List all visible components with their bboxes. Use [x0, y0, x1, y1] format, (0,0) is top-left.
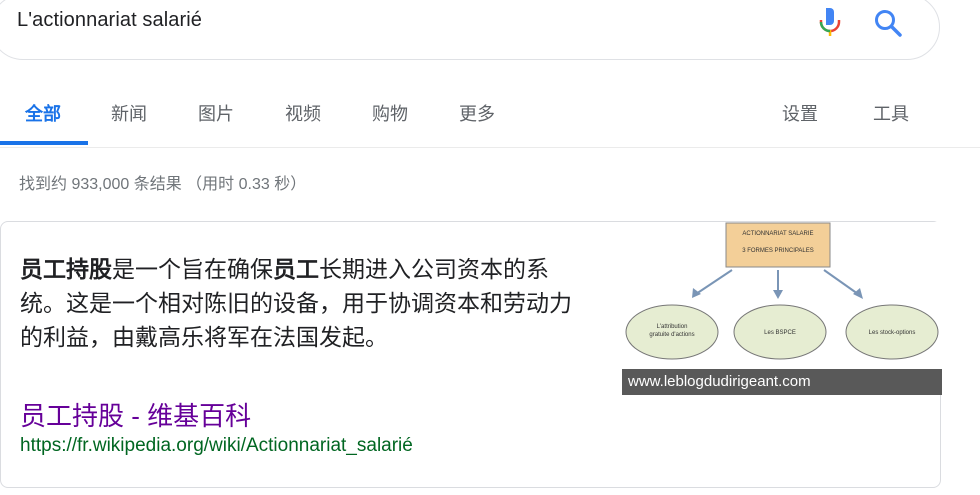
diagram-ellipse-1-line-2: gratuite d'actions: [649, 332, 694, 338]
tab-more[interactable]: 更多: [459, 100, 495, 126]
microphone-icon[interactable]: [817, 6, 843, 38]
tab-news[interactable]: 新闻: [111, 100, 147, 126]
arrow-left: [695, 269, 733, 295]
tabs-divider: [0, 147, 980, 148]
result-title-link[interactable]: 员工持股 - 维基百科: [20, 396, 251, 433]
snippet-bold-term: 员工: [273, 256, 319, 282]
tab-tools[interactable]: 工具: [873, 100, 909, 126]
diagram-header-box: [725, 222, 831, 268]
tab-settings[interactable]: 设置: [782, 100, 818, 126]
arrowhead-right: [853, 288, 863, 299]
snippet-text: 员工持股是一个旨在确保员工长期进入公司资本的系统。这是一个相对陈旧的设备，用于协…: [20, 252, 580, 354]
snippet-text-part: 是一个旨在确保: [112, 256, 273, 282]
result-stats: 找到约 933,000 条结果 （用时 0.33 秒）: [19, 176, 307, 193]
search-input[interactable]: L'actionnariat salarié: [17, 9, 202, 32]
diagram-ellipse-3-label: Les stock-options: [869, 330, 916, 336]
tab-shopping[interactable]: 购物: [372, 100, 408, 126]
tab-images[interactable]: 图片: [198, 100, 234, 126]
tab-videos[interactable]: 视频: [285, 100, 321, 126]
image-source-caption: www.leblogdudirigeant.com: [622, 369, 942, 395]
snippet-image[interactable]: ACTIONNARIAT SALARIE 3 FORMES PRINCIPALE…: [622, 222, 942, 395]
search-tabs: 全部 新闻 图片 视频 购物 更多 设置 工具: [0, 78, 980, 148]
search-box[interactable]: L'actionnariat salarié: [0, 0, 940, 60]
active-tab-indicator: [0, 141, 88, 145]
diagram-ellipse-1-line-1: L'attribution: [657, 324, 688, 330]
arrowhead-left: [692, 288, 701, 298]
arrowhead-center: [773, 290, 783, 299]
result-url: https://fr.wikipedia.org/wiki/Actionnari…: [20, 435, 413, 456]
diagram-header-line-2: 3 FORMES PRINCIPALES: [742, 248, 814, 254]
arrow-right: [823, 269, 859, 295]
diagram-ellipse-2-label: Les BSPCE: [764, 330, 796, 336]
diagram-header-line-1: ACTIONNARIAT SALARIE: [742, 231, 813, 237]
tab-all[interactable]: 全部: [25, 100, 61, 126]
featured-snippet-card: 员工持股是一个旨在确保员工长期进入公司资本的系统。这是一个相对陈旧的设备，用于协…: [0, 221, 942, 488]
search-icon[interactable]: [873, 8, 903, 38]
snippet-bold-term: 员工持股: [20, 256, 112, 282]
